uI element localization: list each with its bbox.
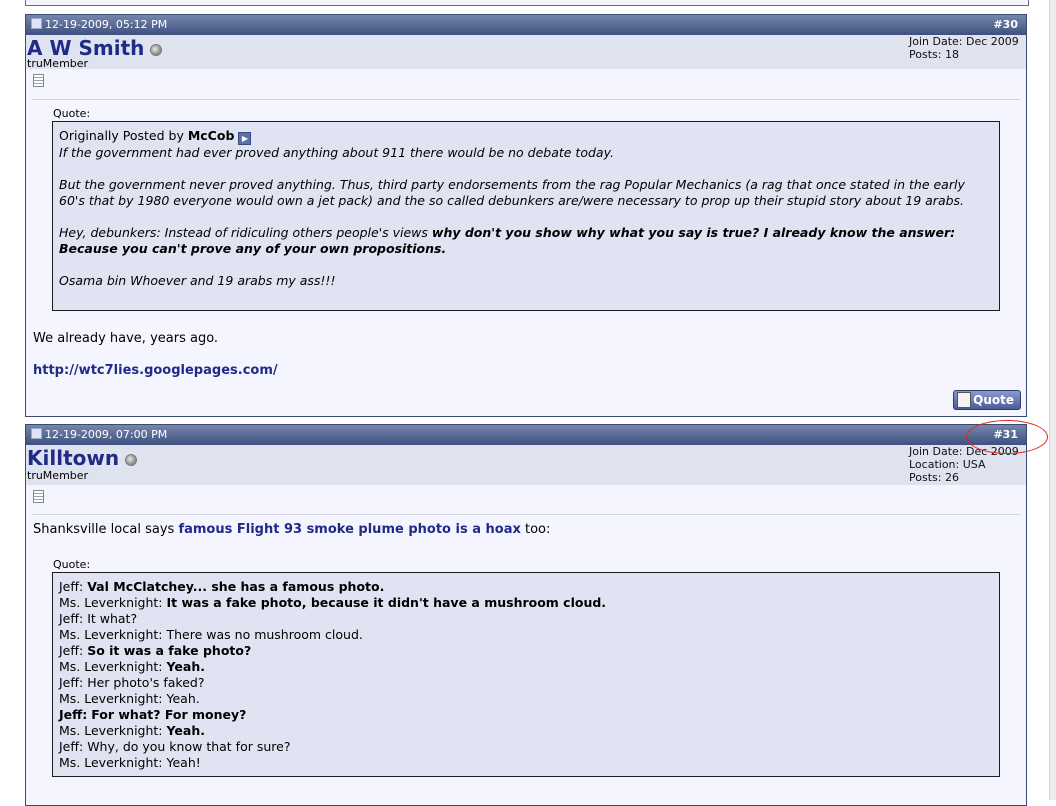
username-text[interactable]: Killtown [27, 446, 119, 470]
post-text: We already have, years ago. [33, 331, 219, 346]
view-post-arrow-icon[interactable]: ▶ [238, 132, 252, 145]
post-number-link[interactable]: #30 [993, 15, 1018, 35]
divider [32, 99, 1020, 100]
scrollbar-track[interactable] [1049, 0, 1056, 800]
post-text-after: too: [525, 522, 551, 537]
user-details: Join Date: Dec 2009 Location: USA Posts:… [909, 445, 1025, 484]
dialogue-speaker: Ms. Leverknight: [59, 627, 163, 642]
dialogue-line: Ms. Leverknight: Yeah. [59, 723, 993, 739]
dialogue-text: Yeah. [166, 723, 205, 738]
dialogue-speaker: Jeff: [59, 675, 84, 690]
post-icon [31, 428, 42, 439]
quote-paragraph-4: Osama bin Whoever and 19 arabs my ass!!! [59, 273, 336, 288]
dialogue-text: There was no mushroom cloud. [166, 627, 363, 642]
quote-origin: Originally Posted by McCob ▶ [59, 128, 993, 145]
dialogue-text: Val McClatchey... she has a famous photo… [87, 579, 385, 594]
previous-post-frame [25, 0, 1029, 6]
dialogue-line: Ms. Leverknight: It was a fake photo, be… [59, 595, 993, 611]
dialogue-speaker: Jeff: [59, 611, 84, 626]
dialogue-speaker: Jeff: [59, 579, 84, 594]
quote-label: Quote: [53, 107, 91, 120]
offline-status-icon [150, 44, 163, 56]
user-info-bar: A W Smith truMember Join Date: Dec 2009 … [26, 35, 1026, 70]
dialogue-text: It was a fake photo, because it didn't h… [166, 595, 607, 610]
dialogue-line: Jeff: So it was a fake photo? [59, 643, 993, 659]
dialogue-text: Her photo's faked? [87, 675, 205, 690]
dialogue-line: Ms. Leverknight: Yeah. [59, 691, 993, 707]
dialogue-line: Jeff: Val McClatchey... she has a famous… [59, 579, 993, 595]
post-icon [31, 18, 42, 29]
post-date: 12-19-2009, 05:12 PM [31, 15, 167, 35]
dialogue-text: For what? For money? [91, 707, 247, 722]
dialogue-line: Jeff: For what? For money? [59, 707, 993, 723]
join-date: Join Date: Dec 2009 [909, 445, 1019, 458]
dialogue-speaker: Ms. Leverknight: [59, 691, 163, 706]
dialogue-line: Ms. Leverknight: Yeah. [59, 659, 993, 675]
post-header: 12-19-2009, 07:00 PM #31 [26, 425, 1026, 445]
post-text-before: Shanksville local says [33, 522, 175, 537]
quote-box: Jeff: Val McClatchey... she has a famous… [52, 572, 1000, 777]
join-date: Join Date: Dec 2009 [909, 35, 1019, 48]
post-header: 12-19-2009, 05:12 PM #30 [26, 15, 1026, 35]
quote-paragraph-2: But the government never proved anything… [59, 177, 965, 208]
user-info-bar: Killtown truMember Join Date: Dec 2009 L… [26, 445, 1026, 485]
post-link[interactable]: http://wtc7lies.googlepages.com/ [33, 363, 278, 378]
quote-origin-prefix: Originally Posted by [59, 128, 184, 143]
dialogue-text: It what? [87, 611, 138, 626]
post-count: Posts: 26 [909, 471, 959, 484]
user-details: Join Date: Dec 2009 Posts: 18 [909, 35, 1025, 61]
dialogue-line: Jeff: Why, do you know that for sure? [59, 739, 993, 755]
quote-origin-user[interactable]: McCob [188, 128, 235, 143]
message-icon-row [26, 485, 1026, 509]
user-title: truMember [27, 469, 89, 482]
post-date-text: 12-19-2009, 07:00 PM [45, 428, 168, 441]
post-31: 12-19-2009, 07:00 PM #31 Killtown truMem… [25, 424, 1027, 806]
dialogue-text: So it was a fake photo? [87, 643, 252, 658]
dialogue-text: Yeah. [166, 659, 205, 674]
post-number-link[interactable]: #31 [993, 425, 1018, 445]
quote-box: Originally Posted by McCob ▶ If the gover… [52, 121, 1000, 311]
dialogue-speaker: Jeff: [59, 739, 84, 754]
quote-paragraph-3: Hey, debunkers: Instead of ridiculing ot… [59, 225, 993, 257]
post-date: 12-19-2009, 07:00 PM [31, 425, 167, 445]
dialogue-speaker: Ms. Leverknight: [59, 659, 163, 674]
post-30: 12-19-2009, 05:12 PM #30 A W Smith truMe… [25, 14, 1027, 417]
post-text: Shanksville local says famous Flight 93 … [33, 522, 550, 537]
dialogue-speaker: Ms. Leverknight: [59, 755, 163, 770]
document-icon [33, 490, 44, 503]
offline-status-icon [125, 454, 138, 466]
dialogue-speaker: Ms. Leverknight: [59, 723, 163, 738]
divider [32, 514, 1020, 515]
dialogue-line: Jeff: Her photo's faked? [59, 675, 993, 691]
dialogue-text: Why, do you know that for sure? [87, 739, 291, 754]
username[interactable]: Killtown [27, 446, 138, 470]
quote-p3-normal: Hey, debunkers: Instead of ridiculing ot… [59, 225, 428, 240]
dialogue-speaker: Jeff: [59, 643, 84, 658]
dialogue-text: Yeah. [166, 691, 200, 706]
quote-button-label[interactable]: Quote [973, 393, 1014, 407]
document-icon [33, 74, 44, 87]
dialogue-speaker: Ms. Leverknight: [59, 595, 163, 610]
dialogue-text: Yeah! [166, 755, 201, 770]
dialogue-line: Jeff: It what? [59, 611, 993, 627]
quote-paragraph-1: If the government had ever proved anythi… [59, 145, 614, 160]
location: Location: USA [909, 458, 986, 471]
dialogue-line: Ms. Leverknight: There was no mushroom c… [59, 627, 993, 643]
quote-label: Quote: [53, 558, 91, 571]
quote-pencil-icon [957, 392, 971, 408]
post-count: Posts: 18 [909, 48, 959, 61]
post-link[interactable]: famous Flight 93 smoke plume photo is a … [178, 522, 520, 537]
quote-button[interactable]: Quote [953, 390, 1021, 410]
message-icon-row [26, 69, 1026, 93]
dialogue-speaker: Jeff: [59, 707, 88, 722]
post-date-text: 12-19-2009, 05:12 PM [45, 18, 168, 31]
dialogue-line: Ms. Leverknight: Yeah! [59, 755, 993, 771]
